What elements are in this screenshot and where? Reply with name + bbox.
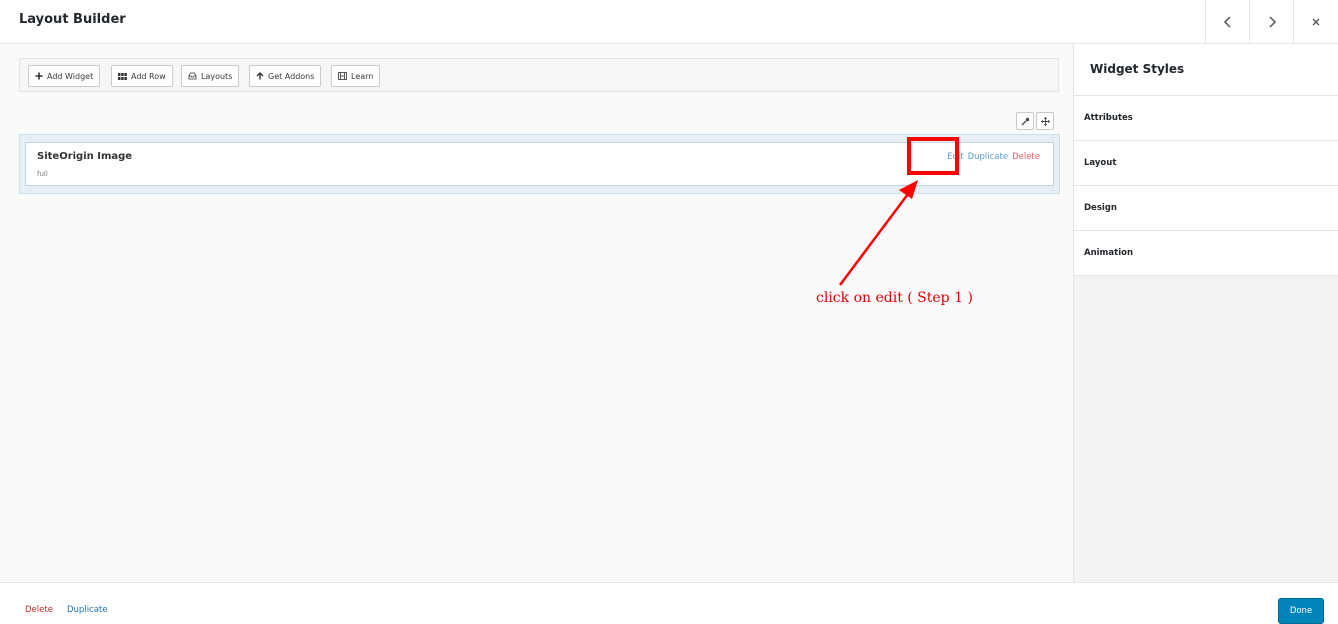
widget-actions: Edit Duplicate Delete <box>947 152 1040 162</box>
add-widget-label: Add Widget <box>47 71 94 81</box>
done-button[interactable]: Done <box>1278 598 1324 624</box>
annotation-text: click on edit ( Step 1 ) <box>816 290 973 306</box>
sidebar-item-animation[interactable]: Animation <box>1074 231 1338 276</box>
row-move-button[interactable] <box>1036 112 1054 130</box>
add-row-button[interactable]: Add Row <box>111 65 173 87</box>
sidebar-item-attributes[interactable]: Attributes <box>1074 96 1338 141</box>
inbox-icon <box>188 72 197 80</box>
add-widget-button[interactable]: Add Widget <box>28 65 101 87</box>
arrow-up-icon <box>256 72 264 80</box>
sidebar-item-layout[interactable]: Layout <box>1074 141 1338 186</box>
previous-button[interactable] <box>1205 0 1249 44</box>
get-addons-label: Get Addons <box>268 71 315 81</box>
widget-description: full <box>37 170 48 178</box>
widget-styles-sidebar: Widget Styles Attributes Layout Design A… <box>1074 44 1338 582</box>
annotation-highlight-box <box>907 137 959 175</box>
widget-title: SiteOrigin Image <box>37 151 133 162</box>
chevron-left-icon <box>1223 16 1231 28</box>
sidebar-title: Widget Styles <box>1074 44 1338 96</box>
wrench-icon <box>1021 117 1029 125</box>
footer-delete-link[interactable]: Delete <box>25 605 53 615</box>
modal-title: Layout Builder <box>19 12 126 27</box>
get-addons-button[interactable]: Get Addons <box>249 65 322 87</box>
layouts-label: Layouts <box>201 71 233 81</box>
close-icon <box>1312 18 1319 26</box>
grid-icon <box>118 72 127 80</box>
close-button[interactable] <box>1293 0 1337 44</box>
row-tools <box>1016 112 1054 130</box>
modal-header: Layout Builder <box>0 0 1338 44</box>
chevron-right-icon <box>1268 16 1276 28</box>
next-button[interactable] <box>1249 0 1293 44</box>
widget-card[interactable]: SiteOrigin Image full Edit Duplicate Del… <box>25 142 1054 186</box>
plus-icon <box>35 72 43 80</box>
learn-button[interactable]: Learn <box>331 65 381 87</box>
widget-duplicate-link[interactable]: Duplicate <box>968 152 1009 162</box>
add-row-label: Add Row <box>131 71 166 81</box>
builder-area: Add Widget Add Row Layouts Get Addons Le… <box>0 44 1074 582</box>
builder-toolbar: Add Widget Add Row Layouts Get Addons Le… <box>19 58 1059 92</box>
film-icon <box>338 72 347 80</box>
modal-footer: Delete Duplicate Done <box>0 582 1338 624</box>
footer-duplicate-link[interactable]: Duplicate <box>67 605 108 615</box>
layout-row[interactable]: SiteOrigin Image full Edit Duplicate Del… <box>19 134 1060 194</box>
widget-delete-link[interactable]: Delete <box>1012 152 1040 162</box>
layouts-button[interactable]: Layouts <box>181 65 240 87</box>
learn-label: Learn <box>351 71 374 81</box>
sidebar-item-design[interactable]: Design <box>1074 186 1338 231</box>
row-settings-button[interactable] <box>1016 112 1034 130</box>
move-icon <box>1040 116 1050 126</box>
